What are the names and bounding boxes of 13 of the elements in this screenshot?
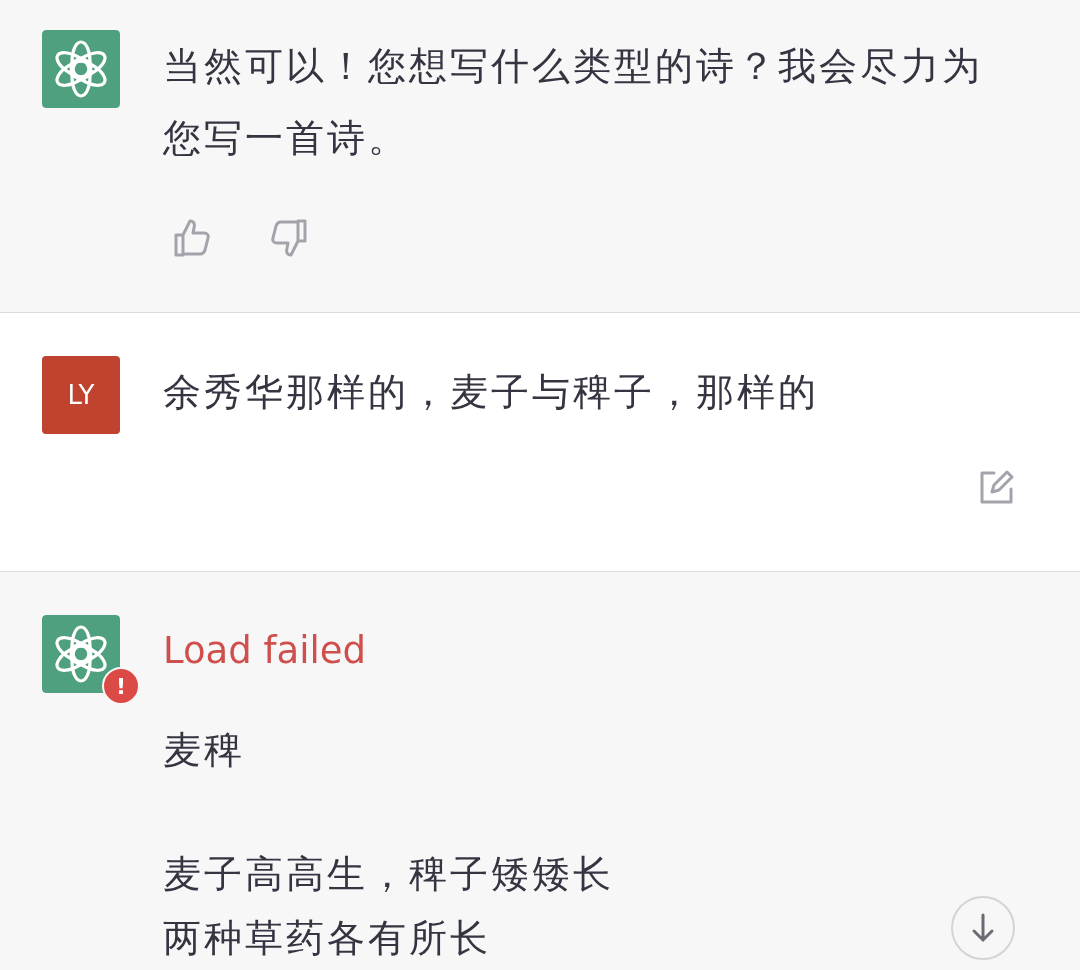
poem-line: 两种草药各有所长	[163, 915, 491, 962]
flower-logo-icon	[42, 30, 120, 108]
error-badge: !	[102, 667, 140, 705]
flower-logo-icon	[42, 615, 120, 693]
thumbs-down-icon[interactable]	[268, 218, 308, 258]
scroll-down-button[interactable]	[950, 895, 1016, 961]
thumbs-up-icon[interactable]	[173, 218, 213, 258]
error-message: Load failed	[163, 628, 368, 674]
user-avatar: LY	[42, 356, 120, 434]
poem-line: 麦稗	[163, 727, 245, 774]
message-text: 当然可以！您想写什么类型的诗？我会尽力为您写一首诗。	[163, 43, 984, 162]
poem-line: 麦子高高生，稗子矮矮长	[163, 851, 614, 898]
message-text: 余秀华那样的，麦子与稗子，那样的	[163, 369, 820, 416]
